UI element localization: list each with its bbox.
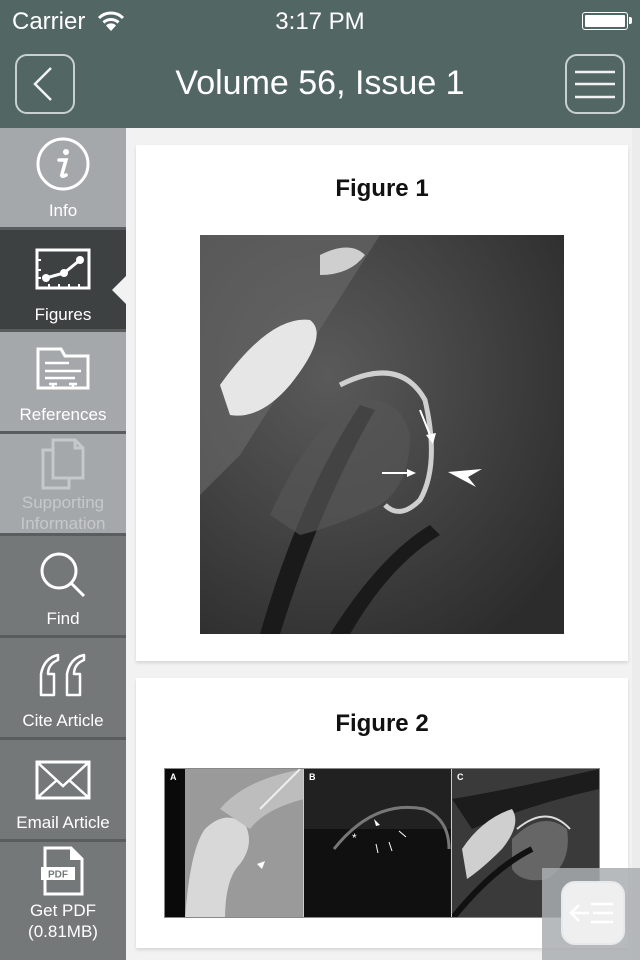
sidebar-item-label-line2: Information [20, 514, 106, 533]
sidebar-item-label: Cite Article [22, 711, 104, 730]
status-bar: Carrier 3:17 PM [0, 0, 640, 40]
mri-image-graphic [200, 235, 564, 634]
battery-icon [582, 12, 632, 30]
panel-label: A [170, 772, 177, 782]
sidebar-item-label: Info [48, 201, 78, 220]
sidebar-item-figures[interactable]: Figures [0, 230, 126, 332]
active-item-pointer [112, 276, 126, 304]
sidebar-item-label-line1: Supporting [21, 493, 105, 512]
figure-title: Figure 1 [335, 175, 429, 202]
chevron-left-icon [33, 67, 52, 101]
sidebar-item-cite-article[interactable]: Cite Article [0, 638, 126, 740]
sidebar-item-label: Find [46, 609, 80, 628]
sidebar-item-find[interactable]: Find [0, 536, 126, 638]
figure-image[interactable]: A * B C [164, 768, 600, 918]
app-root: Carrier 3:17 PM Volume 56, Issue 1 Info … [0, 0, 640, 960]
info-icon [36, 137, 90, 191]
figure-title: Figure 2 [335, 710, 429, 737]
scrollbar[interactable] [632, 128, 640, 960]
documents-icon [41, 438, 85, 490]
clock: 3:17 PM [275, 8, 365, 35]
envelope-icon [35, 760, 91, 800]
sidebar-item-label: Figures [34, 305, 92, 324]
collapse-sidebar-icon [569, 902, 613, 924]
sidebar-item-references[interactable]: References [0, 332, 126, 434]
radiograph-graphic [165, 769, 303, 917]
ultrasound-graphic: * [304, 769, 451, 917]
header: Carrier 3:17 PM Volume 56, Issue 1 [0, 0, 640, 128]
search-icon [40, 552, 86, 598]
hamburger-menu-icon [575, 70, 615, 99]
pdf-icon-text: PDF [48, 870, 68, 881]
collapse-sidebar-button[interactable] [561, 881, 625, 945]
sidebar-item-info[interactable]: Info [0, 128, 126, 230]
figure-panel-b: * B [304, 769, 452, 917]
sidebar-item-label: References [19, 405, 107, 424]
figures-list[interactable]: Figure 1 Figure 2 A * B C [126, 128, 640, 960]
pdf-file-icon: PDF [41, 846, 84, 896]
panel-label: B [309, 772, 316, 782]
sidebar-item-supporting-information: Supporting Information [0, 434, 126, 536]
back-button[interactable] [15, 54, 75, 114]
folder-icon [36, 347, 90, 390]
page-title: Volume 56, Issue 1 [175, 64, 465, 102]
line-chart-icon [35, 248, 91, 290]
sidebar: Info Figures References Supporting Infor… [0, 128, 126, 960]
menu-button[interactable] [565, 54, 625, 114]
figure-panel-a: A [165, 769, 304, 917]
quote-icon [39, 653, 86, 697]
figure-card[interactable]: Figure 1 [136, 145, 628, 661]
floating-toggle-container [542, 868, 640, 960]
sidebar-item-get-pdf[interactable]: PDF Get PDF (0.81MB) [0, 842, 126, 952]
sidebar-item-label-line2: (0.81MB) [28, 922, 98, 941]
figure-image[interactable] [200, 235, 564, 634]
panel-label: C [457, 772, 464, 782]
sidebar-item-label: Email Article [16, 813, 110, 832]
svg-text:*: * [352, 831, 357, 845]
sidebar-item-email-article[interactable]: Email Article [0, 740, 126, 842]
sidebar-item-label-line1: Get PDF [29, 901, 97, 920]
